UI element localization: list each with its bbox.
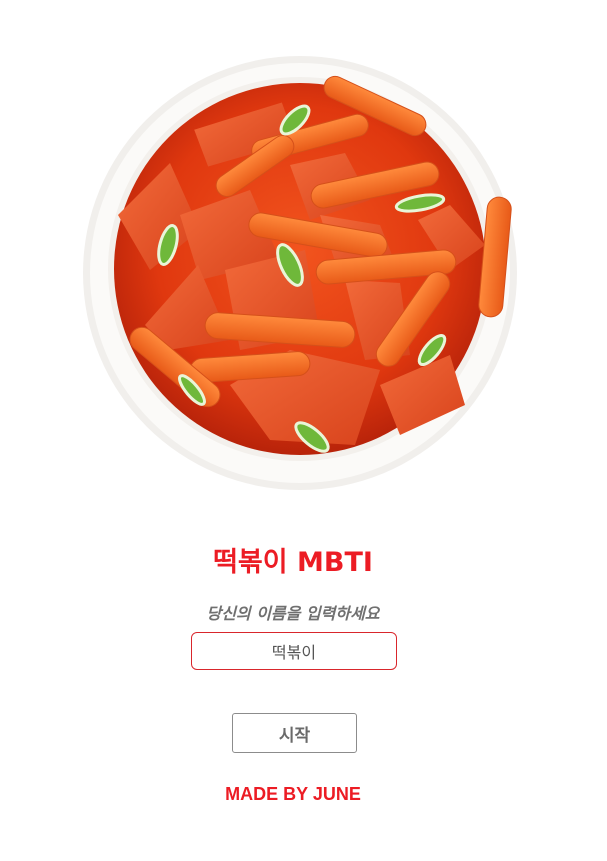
name-prompt-label: 당신의 이름을 입력하세요 <box>206 604 380 623</box>
tteokbokki-bowl-image <box>83 56 517 490</box>
footer-credit: MADE BY JUNE <box>225 784 361 804</box>
page-title: 떡볶이 MBTI <box>213 547 373 578</box>
start-button[interactable]: 시작 <box>232 713 357 753</box>
name-input[interactable] <box>191 632 397 670</box>
page: 떡볶이 MBTI 당신의 이름을 입력하세요 시작 MADE BY JUNE <box>0 0 607 861</box>
